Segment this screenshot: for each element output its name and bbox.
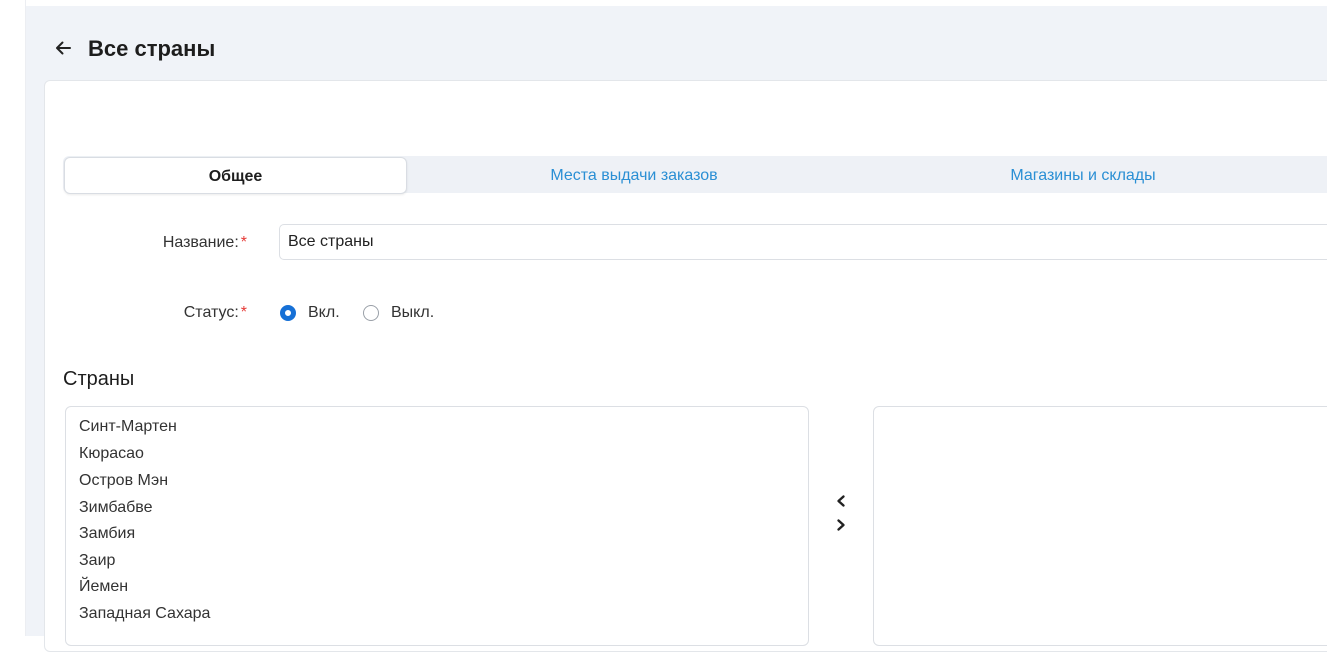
tab-stores-warehouses[interactable]: Магазины и склады [863, 156, 1303, 193]
page-title: Все страны [88, 36, 216, 61]
countries-section-title: Страны [63, 368, 135, 390]
status-label: Статус: * [183, 304, 247, 321]
required-mark: * [240, 234, 247, 251]
list-item[interactable]: Заир [79, 551, 115, 571]
list-item[interactable]: Йемен [79, 577, 128, 597]
status-on-radio[interactable] [280, 305, 296, 321]
top-edge [0, 0, 25, 6]
list-item[interactable]: Западная Сахара [79, 604, 210, 624]
move-right-button[interactable] [832, 516, 850, 534]
tab-bar: Общее Места выдачи заказов Магазины и ск… [63, 156, 1327, 194]
list-item[interactable]: Синт-Мартен [79, 417, 177, 437]
tab-general[interactable]: Общее [64, 157, 407, 194]
list-item[interactable]: Замбия [79, 524, 135, 544]
status-on-label[interactable]: Вкл. [308, 304, 340, 322]
list-item[interactable]: Остров Мэн [79, 471, 168, 491]
arrow-left-icon [56, 41, 71, 55]
back-button[interactable] [52, 37, 74, 59]
tab-pickup-points[interactable]: Места выдачи заказов [413, 156, 855, 193]
status-off-label[interactable]: Выкл. [391, 304, 434, 322]
chevron-left-icon [837, 495, 845, 507]
list-item[interactable]: Зимбабве [79, 498, 153, 518]
available-countries-list[interactable]: Синт-Мартен Кюрасао Остров Мэн Зимбабве … [65, 406, 809, 646]
move-left-button[interactable] [832, 492, 850, 510]
name-input[interactable] [279, 224, 1327, 260]
status-off-radio[interactable] [363, 305, 379, 321]
chevron-right-icon [837, 519, 845, 531]
selected-countries-list[interactable] [873, 406, 1327, 646]
required-mark: * [240, 304, 247, 321]
left-sidebar-strip [0, 0, 26, 636]
list-item[interactable]: Кюрасао [79, 444, 144, 464]
name-label: Название: * [162, 234, 247, 251]
